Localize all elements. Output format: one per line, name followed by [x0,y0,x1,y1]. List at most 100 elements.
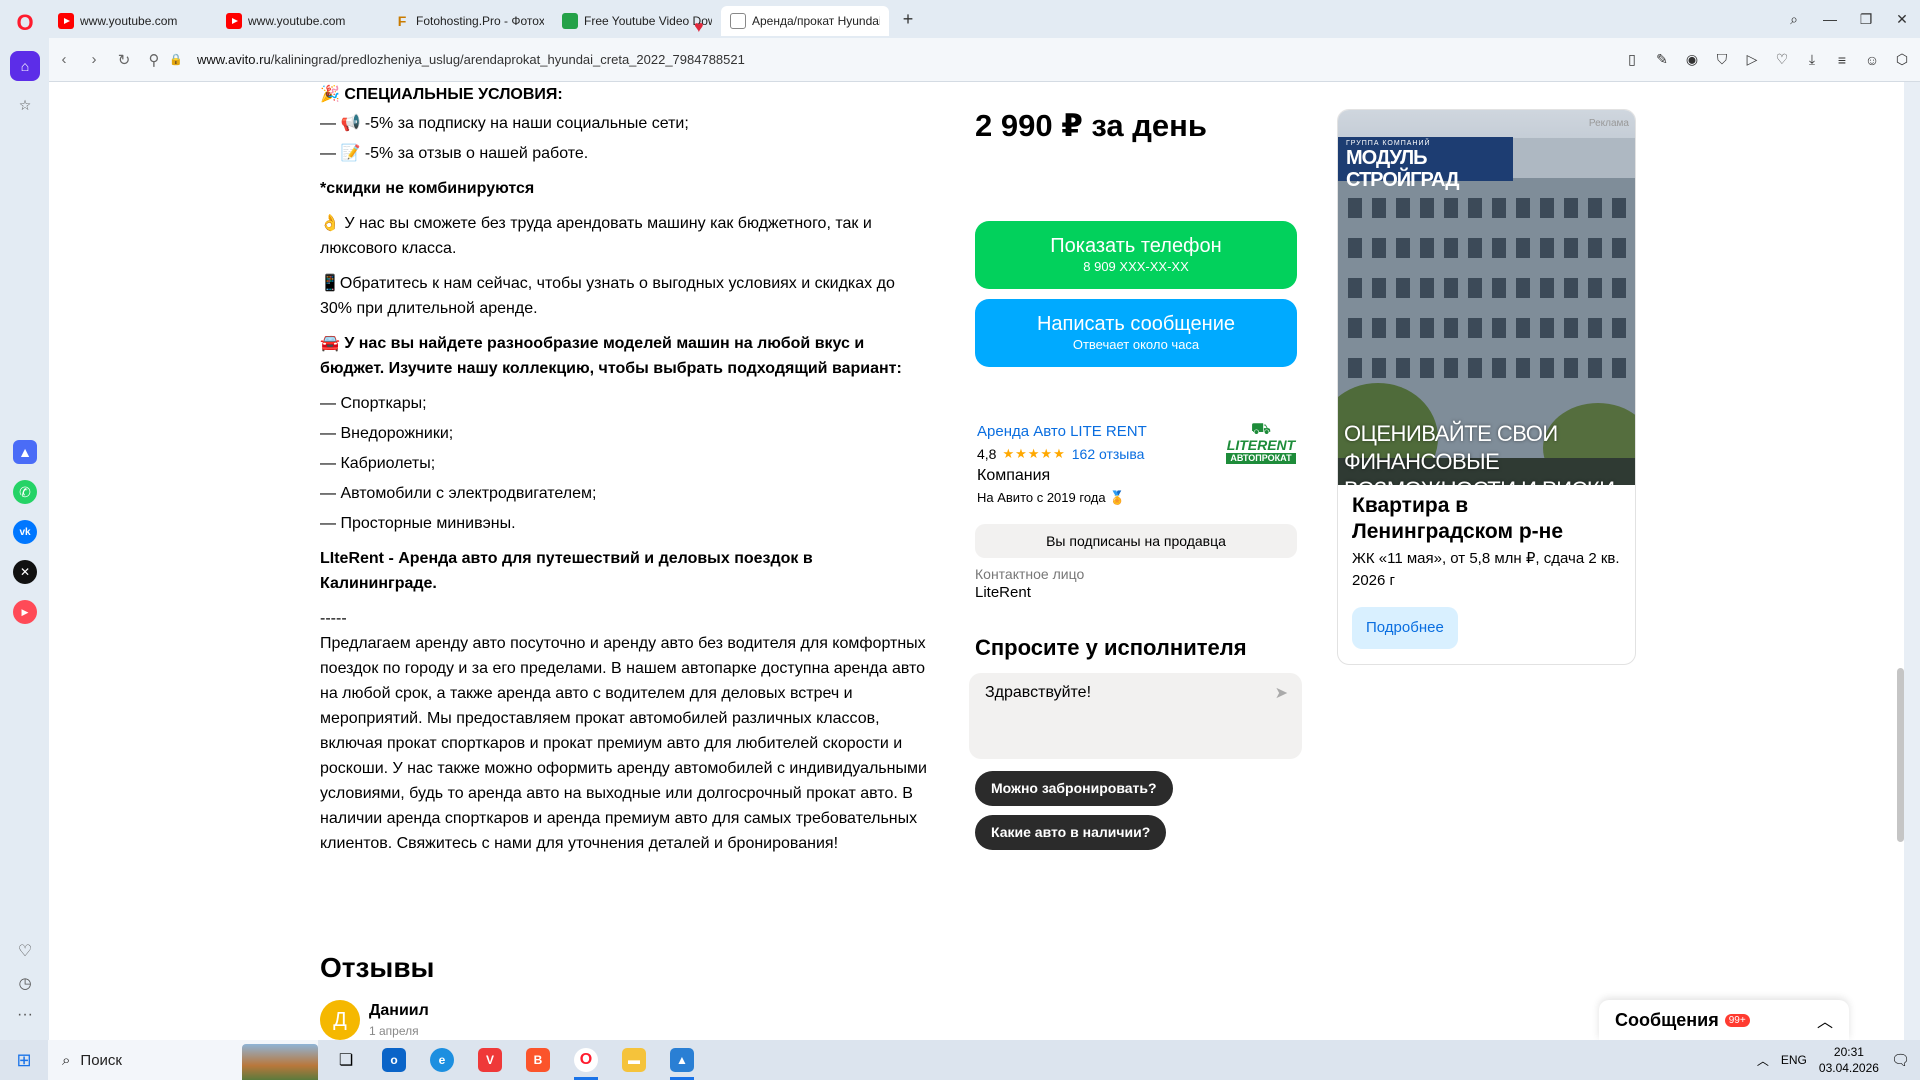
advertisement[interactable]: Реклама ГРУППА КОМПАНИЙ МОДУЛЬ СТРОЙГРАД… [1337,109,1636,665]
rating-value: 4,8 [977,446,997,462]
special-condition-1: — 📢 -5% за подписку на наши социальные с… [320,115,689,132]
reviews-count-link[interactable]: 162 отзыва [1072,446,1145,462]
tab-avito-active[interactable]: Аренда/прокат Hyundai C [721,6,889,36]
heart-icon[interactable]: ♡ [1772,51,1792,68]
shield-icon[interactable]: ⛉ [1712,51,1732,68]
search-icon: ⌕ [62,1051,71,1069]
tab-youtube-1[interactable]: www.youtube.com [49,6,217,36]
notifications-icon[interactable]: 🗨 [1891,1051,1910,1069]
download-icon[interactable]: ⤓ [1802,51,1822,68]
ad-slogan: ОЦЕНИВАЙТЕ СВОИ ФИНАНСОВЫЕ ВОЗМОЖНОСТИ И… [1344,421,1615,485]
x-twitter-icon[interactable]: ✕ [13,560,37,584]
photos-icon[interactable]: ▲ [662,1040,702,1080]
history-icon[interactable]: ◷ [12,970,38,996]
opera-taskbar-icon[interactable]: O [566,1040,606,1080]
tray-chevron-up-icon[interactable]: ︿ [1757,1052,1769,1069]
youtube-icon [58,13,74,29]
language-indicator[interactable]: ENG [1781,1053,1807,1067]
tab-label: www.youtube.com [80,14,178,28]
brave-icon[interactable]: B [518,1040,558,1080]
description-paragraph: Предлагаем аренду авто посуточно и аренд… [320,635,927,852]
download-icon [562,13,578,29]
star-icon[interactable]: ☆ [12,92,38,118]
aria-ai-icon[interactable]: ▲ [13,440,37,464]
minimize-icon[interactable]: — [1812,11,1848,27]
vivaldi-icon[interactable]: V [470,1040,510,1080]
clock[interactable]: 20:31 03.04.2026 [1819,1044,1879,1076]
reader-icon[interactable]: ▯ [1622,51,1642,68]
edge-icon[interactable]: e [422,1040,462,1080]
new-tab-button[interactable]: + [895,6,921,32]
description-paragraph: 👌 У нас вы сможете без труда арендовать … [320,215,872,257]
edit-icon[interactable]: ✎ [1652,51,1672,68]
play-icon[interactable]: ▷ [1742,51,1762,68]
file-explorer-icon[interactable]: ▬ [614,1040,654,1080]
scrollbar-thumb[interactable] [1897,668,1904,842]
tab-youtube-2[interactable]: www.youtube.com [217,6,385,36]
list-item: — Автомобили с электродвигателем; [320,485,597,502]
lock-icon[interactable]: 🔒 [169,53,183,66]
forward-icon[interactable]: › [79,51,109,68]
heart-icon[interactable]: ♡ [12,938,38,964]
quick-question-chip[interactable]: Какие авто в наличии? [975,815,1167,850]
ad-image[interactable]: Реклама ГРУППА КОМПАНИЙ МОДУЛЬ СТРОЙГРАД… [1338,110,1635,485]
special-conditions-title: 🎉 СПЕЦИАЛЬНЫЕ УСЛОВИЯ: [320,86,563,103]
taskbar-search[interactable]: ⌕ Поиск [48,1040,318,1080]
ad-logo: ГРУППА КОМПАНИЙ МОДУЛЬ СТРОЙГРАД [1338,137,1513,191]
search-tabs-icon[interactable]: ⌕ [1776,11,1812,28]
more-icon[interactable]: ··· [12,1002,38,1028]
heart-badge-icon: ♥ [694,19,704,36]
review-author[interactable]: Даниил [369,1002,429,1020]
windows-start-icon[interactable]: ⊞ [0,1050,48,1071]
vk-icon[interactable]: vk [13,520,37,544]
messages-widget[interactable]: Сообщения 99+ ︿ [1599,1000,1849,1040]
show-phone-label: Показать телефон [1050,235,1222,257]
ask-title: Спросите у исполнителя [975,635,1247,660]
subscribed-button[interactable]: Вы подписаны на продавца [975,524,1297,558]
seller-logo[interactable]: ⛟ LITERENT АВТОПРОКАТ [1226,422,1296,470]
home-icon[interactable]: ⌂ [10,51,40,81]
chevron-up-icon[interactable]: ︿ [1817,1008,1833,1032]
price: 2 990 ₽ за день [975,108,1207,143]
outlook-icon[interactable]: o [374,1040,414,1080]
send-icon[interactable]: ➤ [1275,683,1288,703]
show-phone-button[interactable]: Показать телефон 8 909 XXX-XX-XX [975,221,1297,289]
extensions-icon[interactable]: ⬡ [1892,51,1912,68]
maximize-icon[interactable]: ❐ [1848,11,1884,28]
whatsapp-icon[interactable]: ✆ [13,480,37,504]
opera-logo-icon[interactable]: O [12,10,38,36]
profile-icon[interactable]: ☺ [1862,52,1882,68]
list-item: — Спорткары; [320,395,427,412]
quick-question-chip[interactable]: Можно забронировать? [975,771,1173,806]
question-input[interactable]: Здравствуйте! ➤ [969,673,1302,759]
url-path: /kaliningrad/predlozheniya_uslug/arendap… [270,52,745,67]
camera-icon[interactable]: ◉ [1682,51,1702,68]
web-page: 🎉 СПЕЦИАЛЬНЫЕ УСЛОВИЯ: — 📢 -5% за подпис… [49,82,1904,1040]
menu-icon[interactable]: ≡ [1832,52,1852,68]
contact-name: LiteRent [975,584,1031,601]
music-player-icon[interactable]: ▶ [13,600,37,624]
reload-icon[interactable]: ↻ [109,51,139,69]
location-pin-icon[interactable]: ⚲ [139,51,169,69]
ad-more-button[interactable]: Подробнее [1352,607,1458,649]
question-input-value: Здравствуйте! [985,684,1092,701]
page-scrollbar[interactable] [1897,82,1904,1040]
back-icon[interactable]: ‹ [49,51,79,68]
task-view-icon[interactable]: ❏ [326,1040,366,1080]
close-icon[interactable]: ✕ [1884,11,1920,28]
tab-bar: www.youtube.com www.youtube.com F Fotoho… [49,0,1920,38]
scooter-icon: ⛟ [1250,421,1272,438]
avito-icon [730,13,746,29]
windows-taskbar: ⊞ ⌕ Поиск ❏ o e V B O ▬ ▲ ︿ ENG 20:31 03… [0,1040,1920,1080]
tab-fotohosting[interactable]: F Fotohosting.Pro - Фотохо [385,6,553,36]
star-rating-icon: ★★★★★ [1002,446,1066,461]
window-controls: ⌕ — ❐ ✕ [1776,0,1920,38]
search-highlight-image [242,1044,318,1080]
seller-logo-text: LITERENT [1226,437,1296,453]
ad-title[interactable]: Квартира в Ленинградском р-не [1352,493,1622,545]
seller-name-link[interactable]: Аренда Авто LITE RENT [977,423,1147,440]
review-date: 1 апреля [369,1024,419,1038]
url-field[interactable]: www.avito.ru/kaliningrad/predlozheniya_u… [197,52,745,67]
write-message-button[interactable]: Написать сообщение Отвечает около часа [975,299,1297,367]
contact-label: Контактное лицо [975,566,1085,582]
